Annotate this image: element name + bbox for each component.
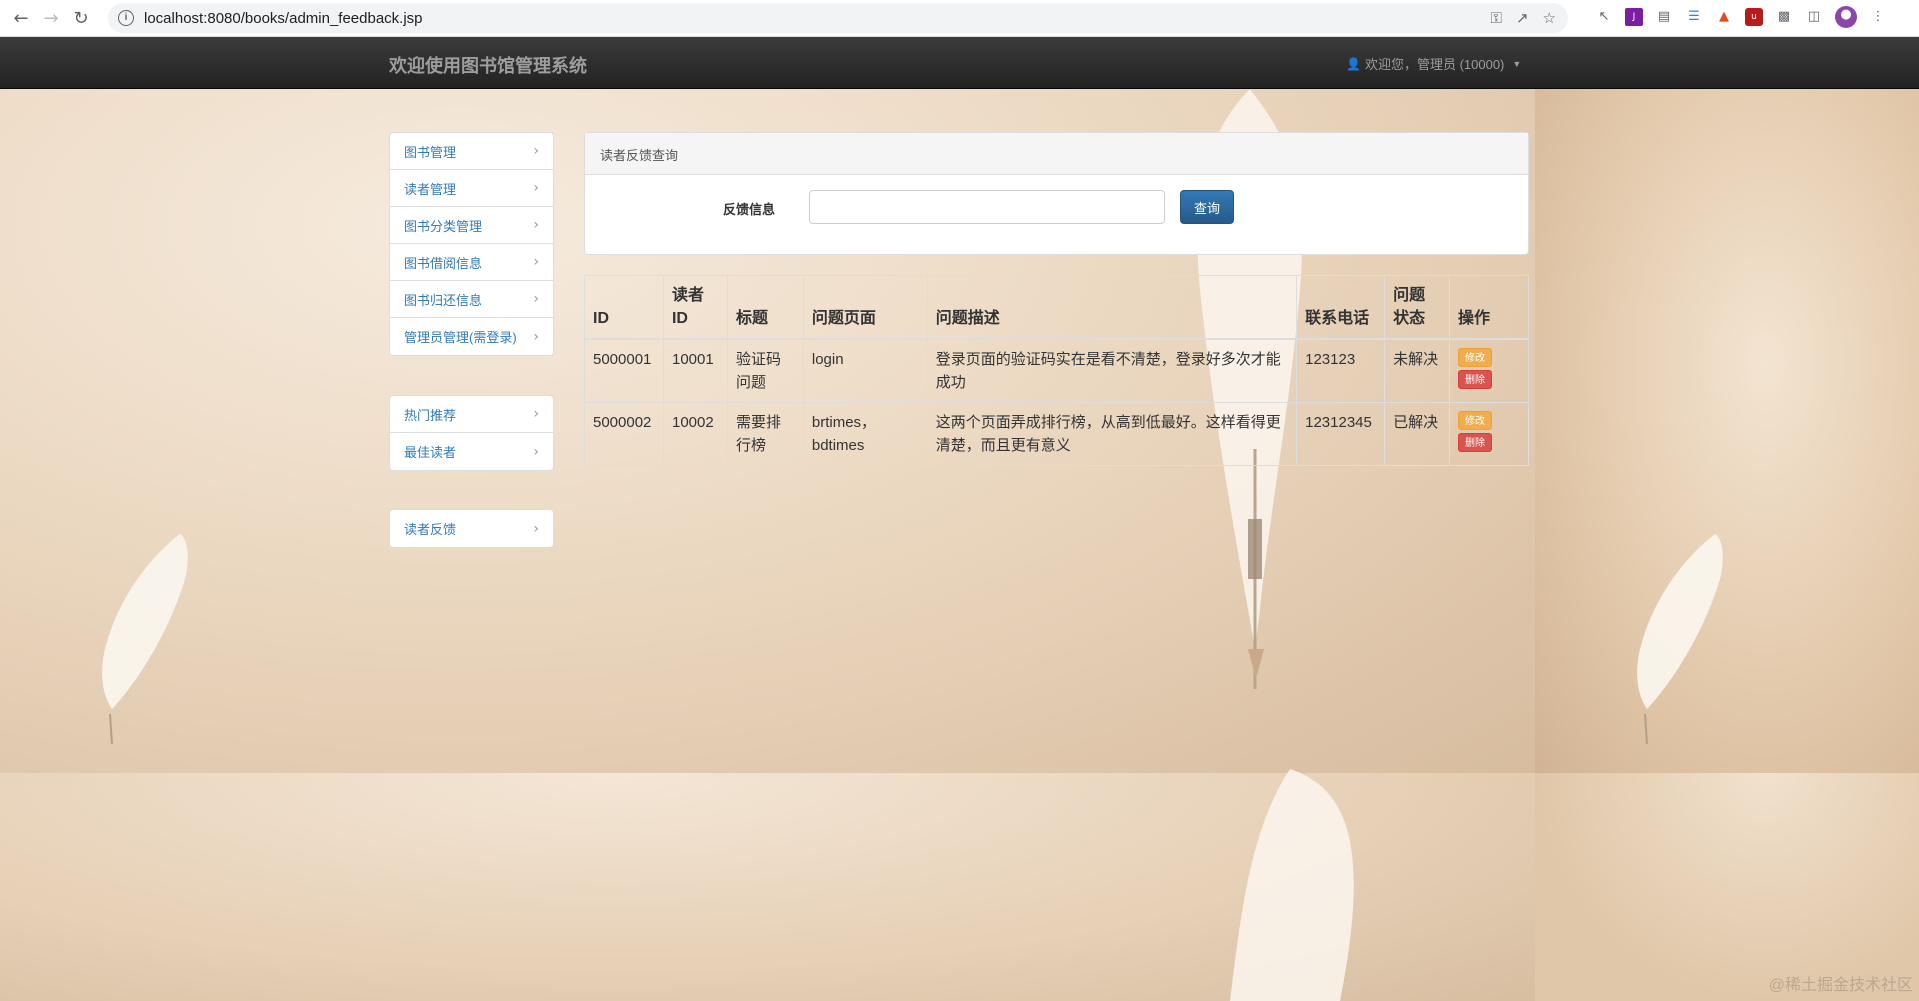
cell-title: 验证码问题 xyxy=(726,338,804,403)
flame-extension-icon[interactable]: ▲ xyxy=(1715,8,1733,26)
cell-status: 未解决 xyxy=(1384,338,1451,403)
feedback-table: ID 读者ID 标题 问题页面 问题描述 联系电话 问题状态 操作 500000… xyxy=(584,275,1529,466)
sidebar-item-best-reader[interactable]: 最佳读者 › xyxy=(390,433,553,470)
url-text[interactable]: localhost:8080/books/admin_feedback.jsp xyxy=(144,10,423,27)
feedback-info-label: 反馈信息 xyxy=(723,202,776,217)
chevron-right-icon: › xyxy=(533,406,539,422)
user-menu-label: 欢迎您，管理员 (10000) xyxy=(1364,57,1505,72)
address-bar[interactable]: i localhost:8080/books/admin_feedback.js… xyxy=(108,3,1568,33)
column-header-actions: 操作 xyxy=(1449,275,1529,340)
cell-actions: 修改 删除 xyxy=(1449,338,1529,403)
chevron-right-icon: › xyxy=(533,143,539,159)
chevron-right-icon: › xyxy=(533,443,539,460)
feather-bottom-image xyxy=(1230,769,1354,1001)
info-icon[interactable]: i xyxy=(118,10,134,26)
devtools-extension-icon[interactable]: ▤ xyxy=(1655,8,1673,26)
watermark: @稀土掘金技术社区 xyxy=(1768,977,1913,994)
cell-reader-id: 10002 xyxy=(662,402,728,466)
column-header-reader-id: 读者ID xyxy=(662,275,728,340)
edit-button[interactable]: 修改 xyxy=(1458,348,1493,367)
caret-down-icon: ▼ xyxy=(1512,58,1522,69)
brand-title[interactable]: 欢迎使用图书馆管理系统 xyxy=(389,52,587,78)
cell-title: 需要排行榜 xyxy=(726,402,804,466)
sidebar-item-reader-feedback[interactable]: 读者反馈 › xyxy=(390,510,553,547)
column-header-status: 问题状态 xyxy=(1384,275,1451,340)
forward-icon[interactable]: → xyxy=(36,3,66,33)
search-button[interactable]: 查询 xyxy=(1180,190,1234,224)
feedback-search-input[interactable] xyxy=(809,190,1165,224)
chevron-right-icon: › xyxy=(533,520,539,537)
table-row: 5000002 10002 需要排行榜 brtimes，bdtimes 这两个页… xyxy=(584,402,1529,466)
cursor-extension-icon[interactable]: ↖ xyxy=(1595,8,1613,26)
star-icon[interactable]: ☆ xyxy=(1543,9,1556,27)
puzzle-icon[interactable]: ▩ xyxy=(1775,8,1793,26)
cell-phone: 123123 xyxy=(1296,338,1386,403)
sidebar-item-hot-recommend[interactable]: 热门推荐 › xyxy=(390,396,553,433)
profile-avatar[interactable]: ● xyxy=(1835,6,1857,28)
cell-reader-id: 10001 xyxy=(662,338,728,403)
layers-extension-icon[interactable]: ☰ xyxy=(1685,8,1703,26)
sidebar-menu-main: 图书管理 › 读者管理 › 图书分类管理 › 图书借阅信息 › 图书归还信息 › 管理员管… xyxy=(389,132,554,356)
jrp-extension-icon[interactable]: J xyxy=(1625,8,1643,26)
sidebar-item-reader-management[interactable]: 读者管理 › xyxy=(390,170,553,207)
sidebar-item-borrow-info[interactable]: 图书借阅信息 › xyxy=(390,244,553,281)
reload-icon[interactable]: ↻ xyxy=(66,3,96,33)
cell-status: 已解决 xyxy=(1384,402,1451,466)
cell-page: login xyxy=(802,338,928,403)
cell-id: 5000002 xyxy=(584,402,664,466)
cell-page: brtimes，bdtimes xyxy=(802,402,928,466)
chevron-right-icon: › xyxy=(533,291,539,307)
chevron-right-icon: › xyxy=(533,328,539,345)
top-navbar: 欢迎使用图书馆管理系统 👤 欢迎您，管理员 (10000) ▼ xyxy=(0,37,1919,89)
ublock-extension-icon[interactable]: u xyxy=(1745,8,1763,26)
cell-description: 这两个页面弄成排行榜，从高到低最好。这样看得更清楚，而且更有意义 xyxy=(926,402,1298,466)
delete-button[interactable]: 删除 xyxy=(1458,370,1493,389)
sidebar-item-book-management[interactable]: 图书管理 › xyxy=(390,133,553,170)
user-icon: 👤 xyxy=(1346,56,1361,71)
sidebar-menu-recommend: 热门推荐 › 最佳读者 › xyxy=(389,395,554,471)
table-row: 5000001 10001 验证码问题 login 登录页面的验证码实在是看不清… xyxy=(584,338,1529,403)
sidebar-menu-feedback: 读者反馈 › xyxy=(389,509,554,548)
back-icon[interactable]: ← xyxy=(6,3,36,33)
chevron-right-icon: › xyxy=(533,217,539,233)
sidebar-item-category-management[interactable]: 图书分类管理 › xyxy=(390,207,553,244)
cell-description: 登录页面的验证码实在是看不清楚，登录好多次才能成功 xyxy=(926,338,1298,403)
sidebar-item-return-info[interactable]: 图书归还信息 › xyxy=(390,281,553,318)
sidepanel-icon[interactable]: ◫ xyxy=(1805,8,1823,26)
column-header-phone: 联系电话 xyxy=(1296,275,1386,340)
cell-actions: 修改 删除 xyxy=(1449,402,1529,466)
cell-phone: 12312345 xyxy=(1296,402,1386,466)
column-header-title: 标题 xyxy=(726,275,804,340)
feedback-search-panel: 读者反馈查询 反馈信息 查询 xyxy=(584,132,1529,255)
share-icon[interactable]: ↗ xyxy=(1516,9,1529,27)
cell-id: 5000001 xyxy=(584,338,664,403)
edit-button[interactable]: 修改 xyxy=(1458,411,1493,430)
column-header-page: 问题页面 xyxy=(802,275,928,340)
feather-right-image xyxy=(1637,534,1723,745)
panel-heading: 读者反馈查询 xyxy=(585,133,1528,175)
column-header-id: ID xyxy=(584,275,664,340)
user-menu[interactable]: 👤 欢迎您，管理员 (10000) ▼ xyxy=(1346,54,1521,73)
sidebar-item-admin-management[interactable]: 管理员管理(需登录) › xyxy=(390,318,553,355)
browser-toolbar: ← → ↻ i localhost:8080/books/admin_feedb… xyxy=(0,0,1919,37)
chevron-right-icon: › xyxy=(533,180,539,196)
table-header-row: ID 读者ID 标题 问题页面 问题描述 联系电话 问题状态 操作 xyxy=(584,275,1529,340)
key-icon[interactable]: ⚿ xyxy=(1491,9,1502,27)
feather-left-image xyxy=(102,534,188,745)
delete-button[interactable]: 删除 xyxy=(1458,433,1493,452)
column-header-description: 问题描述 xyxy=(926,275,1298,340)
menu-dots-icon[interactable]: ⋮ xyxy=(1869,8,1887,26)
chevron-right-icon: › xyxy=(533,254,539,270)
